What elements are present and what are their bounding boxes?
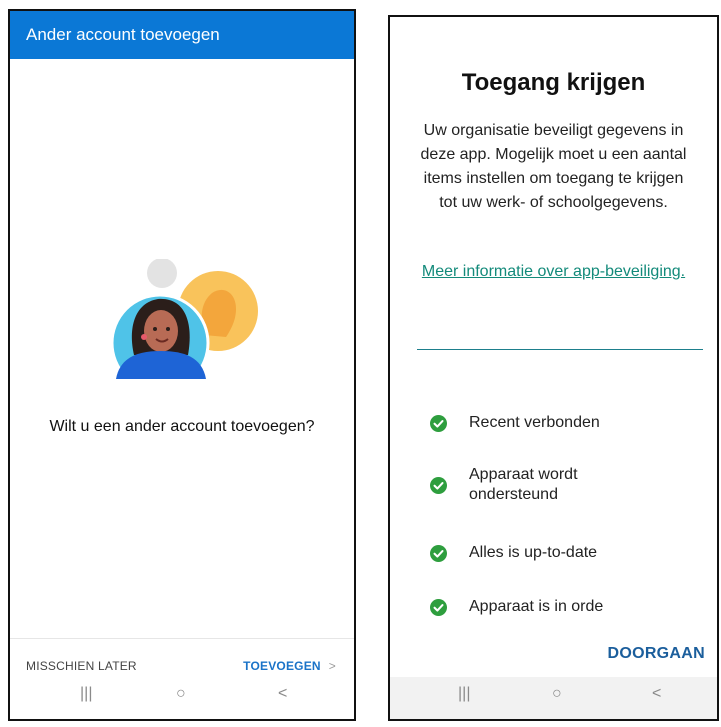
page-title: Toegang krijgen	[461, 69, 646, 96]
add-button[interactable]: TOEVOEGEN >	[243, 659, 336, 673]
app-protection-info-link[interactable]: Meer informatie over app-beveiliging.	[420, 260, 687, 284]
check-circle-icon	[430, 598, 447, 616]
check-item: Apparaat is in orde	[430, 597, 707, 617]
access-description: Uw organisatie beveiligt gegevens in dez…	[420, 122, 687, 211]
chevron-right-icon: >	[328, 659, 336, 673]
add-account-screen: Ander account toevoegen Wilt u een ander…	[8, 9, 356, 721]
home-icon[interactable]: ○	[552, 685, 562, 703]
check-circle-icon	[430, 544, 447, 562]
check-circle-icon	[430, 476, 447, 494]
app-bar-title: Ander account toevoegen	[26, 25, 220, 44]
check-label: Alles is up-to-date	[469, 544, 598, 561]
maybe-later-button[interactable]: MISSCHIEN LATER	[26, 659, 137, 673]
footer-divider	[10, 638, 354, 639]
continue-button[interactable]: DOORGAAN	[607, 645, 705, 663]
recent-apps-icon[interactable]: |||	[458, 685, 470, 703]
system-nav-bar: ||| ○ <	[390, 677, 717, 719]
section-divider	[417, 349, 703, 350]
accounts-illustration-icon	[110, 259, 258, 379]
check-item: Apparaat wordt ondersteund	[430, 465, 707, 505]
recent-apps-icon[interactable]: |||	[80, 685, 92, 703]
check-item: Alles is up-to-date	[430, 543, 707, 563]
add-account-question: Wilt u een ander account toevoegen?	[49, 418, 315, 435]
check-label: Recent verbonden	[469, 414, 600, 431]
check-circle-icon	[430, 414, 447, 432]
get-access-screen: Toegang krijgen Uw organisatie beveiligt…	[388, 15, 719, 721]
back-icon[interactable]: <	[652, 685, 661, 703]
check-label: Apparaat is in orde	[469, 598, 604, 615]
check-item: Recent verbonden	[430, 413, 707, 433]
check-label: Apparaat wordt ondersteund	[469, 466, 578, 503]
back-icon[interactable]: <	[278, 685, 287, 703]
home-icon[interactable]: ○	[176, 685, 186, 703]
add-button-label: TOEVOEGEN	[243, 659, 321, 673]
system-nav-bar: ||| ○ <	[10, 677, 354, 719]
app-bar: Ander account toevoegen	[10, 11, 354, 59]
